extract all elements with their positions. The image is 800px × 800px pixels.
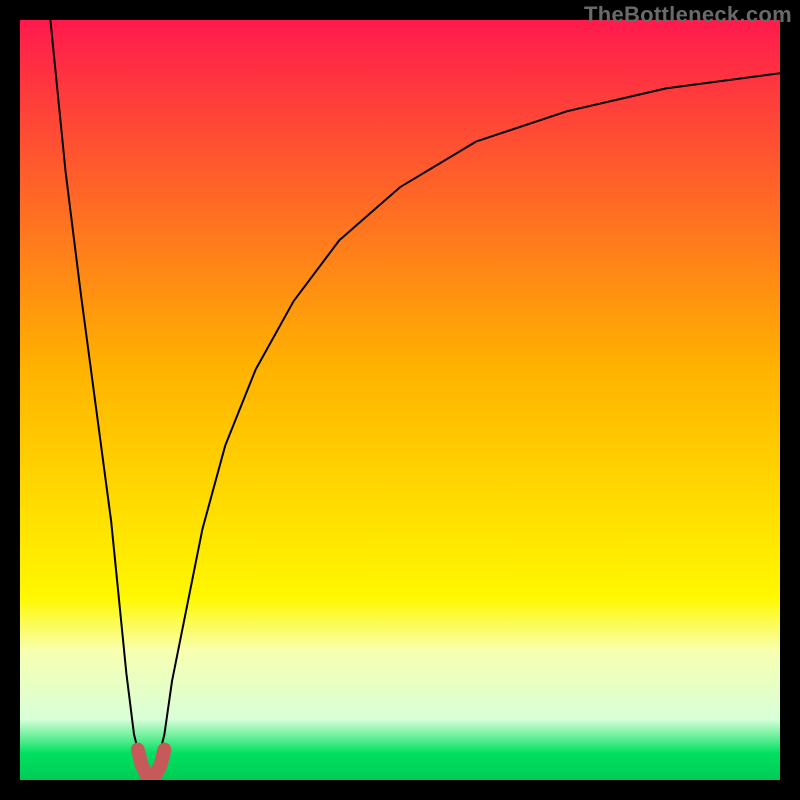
chart-svg (20, 20, 780, 780)
chart-frame: TheBottleneck.com (0, 0, 800, 800)
plot-area (20, 20, 780, 780)
watermark-text: TheBottleneck.com (584, 2, 792, 28)
gradient-background (20, 20, 780, 780)
